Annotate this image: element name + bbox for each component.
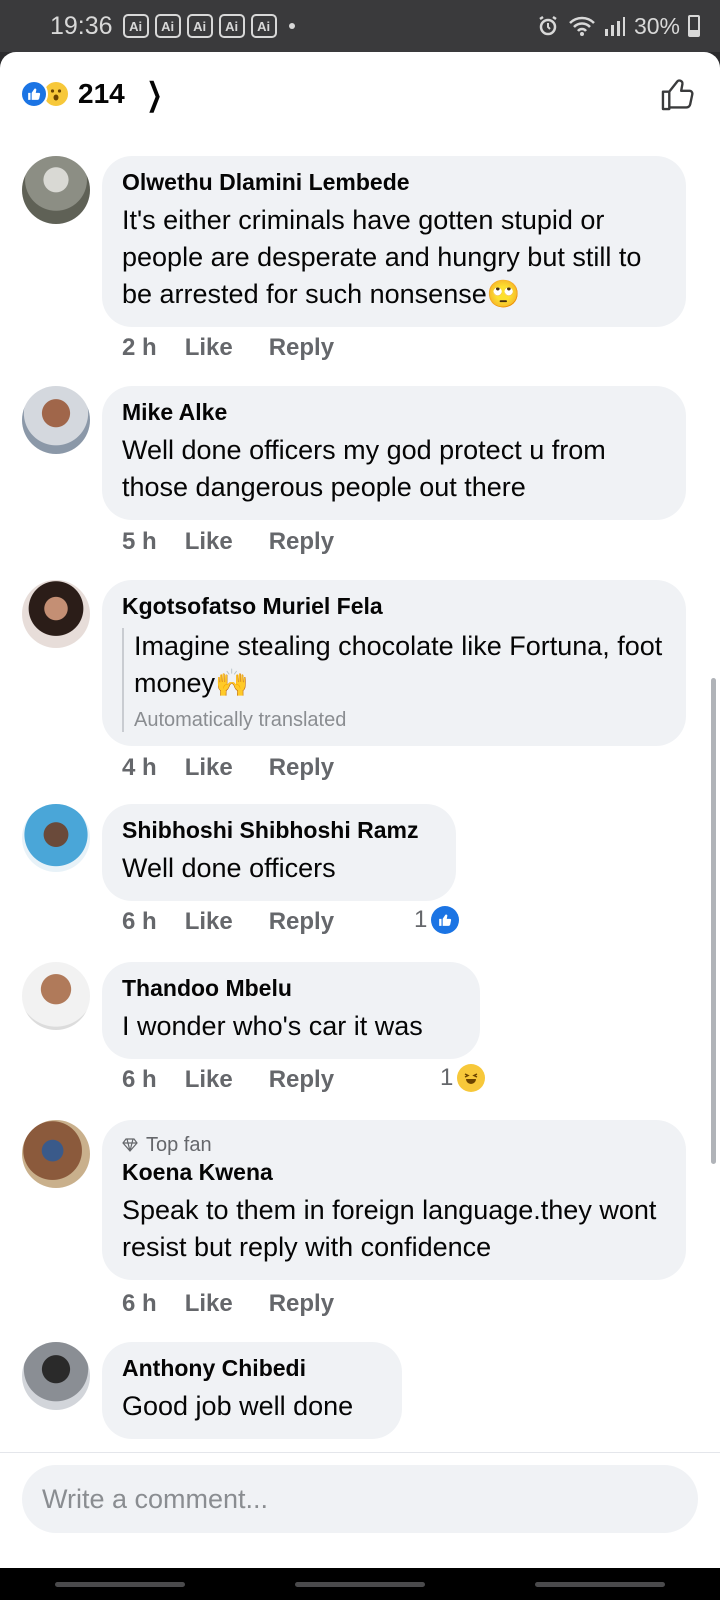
comment-actions: 6 h Like Reply <box>122 908 334 936</box>
like-comment-button[interactable]: Like <box>185 908 233 936</box>
comment-time[interactable]: 6 h <box>122 908 157 936</box>
like-comment-button[interactable]: Like <box>185 1290 233 1318</box>
comment-time[interactable]: 4 h <box>122 754 157 782</box>
nav-home-button[interactable] <box>295 1581 425 1587</box>
avatar[interactable] <box>22 1342 90 1410</box>
comment-actions: 2 h Like Reply <box>122 334 334 362</box>
reactions-summary[interactable]: 214 ❯ <box>20 75 168 113</box>
reply-button[interactable]: Reply <box>269 1290 334 1318</box>
comment-bubble[interactable]: Kgotsofatso Muriel Fela Imagine stealing… <box>102 580 686 746</box>
comment-author[interactable]: Mike Alke <box>122 398 666 426</box>
reaction-count: 214 <box>78 78 125 109</box>
comment-bubble[interactable]: Top fan Koena Kwena Speak to them in for… <box>102 1120 686 1280</box>
status-bar: 19:36 Ai Ai Ai Ai Ai 30% <box>0 0 720 52</box>
avatar[interactable] <box>22 1120 90 1188</box>
like-comment-button[interactable]: Like <box>185 334 233 362</box>
like-reaction-icon <box>431 906 460 934</box>
ai-notification-icon: Ai <box>218 14 245 38</box>
translation-note[interactable]: Automatically translated <box>134 708 666 732</box>
comment-reaction-count[interactable]: 1 <box>414 906 460 934</box>
comment-text: Well done officers my god protect u from… <box>122 435 606 502</box>
status-time: 19:36 <box>50 11 113 40</box>
comment-time[interactable]: 5 h <box>122 528 157 556</box>
diamond-icon <box>122 1138 138 1152</box>
haha-reaction-icon <box>457 1064 486 1092</box>
battery-icon <box>688 15 700 37</box>
more-notifications-dot-icon <box>288 23 295 29</box>
like-comment-button[interactable]: Like <box>185 754 233 782</box>
signal-icon <box>604 17 625 36</box>
comment-author[interactable]: Koena Kwena <box>122 1158 666 1186</box>
comment-actions: 6 h Like Reply <box>122 1290 334 1318</box>
comment-text: Good job well done <box>122 1391 354 1421</box>
comment-text: It's either criminals have gotten stupid… <box>122 205 642 309</box>
comment-text: Imagine stealing chocolate like Fortuna,… <box>134 631 663 698</box>
chevron-right-icon[interactable]: ❯ <box>146 75 162 113</box>
comment-author[interactable]: Thandoo Mbelu <box>122 974 460 1002</box>
ai-notification-icon: Ai <box>122 14 149 38</box>
wifi-icon <box>569 16 595 36</box>
comment-input[interactable] <box>22 1465 698 1533</box>
comment-time[interactable]: 6 h <box>122 1290 157 1318</box>
scrollbar[interactable] <box>711 678 716 1164</box>
top-fan-badge: Top fan <box>122 1132 666 1158</box>
like-reaction-icon <box>20 80 48 108</box>
nav-recents-button[interactable] <box>55 1581 185 1587</box>
battery-percent: 30% <box>633 12 680 39</box>
avatar[interactable] <box>22 156 90 224</box>
sheet-header: 214 ❯ <box>0 52 720 136</box>
like-comment-button[interactable]: Like <box>185 528 233 556</box>
alarm-icon <box>539 15 557 36</box>
avatar[interactable] <box>22 580 90 648</box>
ai-notification-icon: Ai <box>186 14 213 38</box>
top-fan-label: Top fan <box>146 1134 212 1156</box>
comment-author[interactable]: Shibhoshi Shibhoshi Ramz <box>122 816 436 844</box>
comment-actions: 4 h Like Reply <box>122 754 334 782</box>
comment-text: I wonder who's car it was <box>122 1011 423 1041</box>
comment-bubble[interactable]: Olwethu Dlamini Lembede It's either crim… <box>102 156 686 327</box>
like-post-button[interactable] <box>656 72 700 116</box>
comment-text: Speak to them in foreign language.they w… <box>122 1195 657 1262</box>
system-nav-bar <box>0 1568 720 1600</box>
thumbs-up-icon <box>661 79 694 111</box>
comments-list[interactable]: Olwethu Dlamini Lembede It's either crim… <box>0 152 720 1452</box>
reply-button[interactable]: Reply <box>269 754 334 782</box>
avatar[interactable] <box>22 962 90 1030</box>
avatar[interactable] <box>22 804 90 872</box>
avatar[interactable] <box>22 386 90 454</box>
comment-time[interactable]: 2 h <box>122 334 157 362</box>
comment-text: Well done officers <box>122 853 336 883</box>
ai-notification-icon: Ai <box>154 14 181 38</box>
reply-button[interactable]: Reply <box>269 1066 334 1094</box>
nav-back-button[interactable] <box>535 1581 665 1587</box>
comment-author[interactable]: Anthony Chibedi <box>122 1354 382 1382</box>
reactions-comments-sheet: 214 ❯ Olwethu Dlamini Lembede It's eithe… <box>0 52 720 1568</box>
reply-button[interactable]: Reply <box>269 528 334 556</box>
comment-actions: 5 h Like Reply <box>122 528 334 556</box>
comment-actions: 6 h Like Reply <box>122 1066 334 1094</box>
comment-bubble[interactable]: Thandoo Mbelu I wonder who's car it was <box>102 962 480 1059</box>
ai-notification-icon: Ai <box>250 14 277 38</box>
comment-reaction-count[interactable]: 1 <box>440 1064 486 1092</box>
reaction-count-number: 1 <box>440 1064 454 1091</box>
like-comment-button[interactable]: Like <box>185 1066 233 1094</box>
reply-button[interactable]: Reply <box>269 334 334 362</box>
reply-button[interactable]: Reply <box>269 908 334 936</box>
comment-author[interactable]: Kgotsofatso Muriel Fela <box>122 592 666 620</box>
comment-bubble[interactable]: Shibhoshi Shibhoshi Ramz Well done offic… <box>102 804 456 901</box>
reaction-count-number: 1 <box>414 906 428 933</box>
comment-author[interactable]: Olwethu Dlamini Lembede <box>122 168 666 196</box>
comment-bubble[interactable]: Mike Alke Well done officers my god prot… <box>102 386 686 520</box>
comment-bubble[interactable]: Anthony Chibedi Good job well done <box>102 1342 402 1439</box>
translated-content: Imagine stealing chocolate like Fortuna,… <box>122 628 666 732</box>
comment-composer <box>0 1452 720 1568</box>
status-icons: 30% <box>536 13 700 40</box>
comment-time[interactable]: 6 h <box>122 1066 157 1094</box>
